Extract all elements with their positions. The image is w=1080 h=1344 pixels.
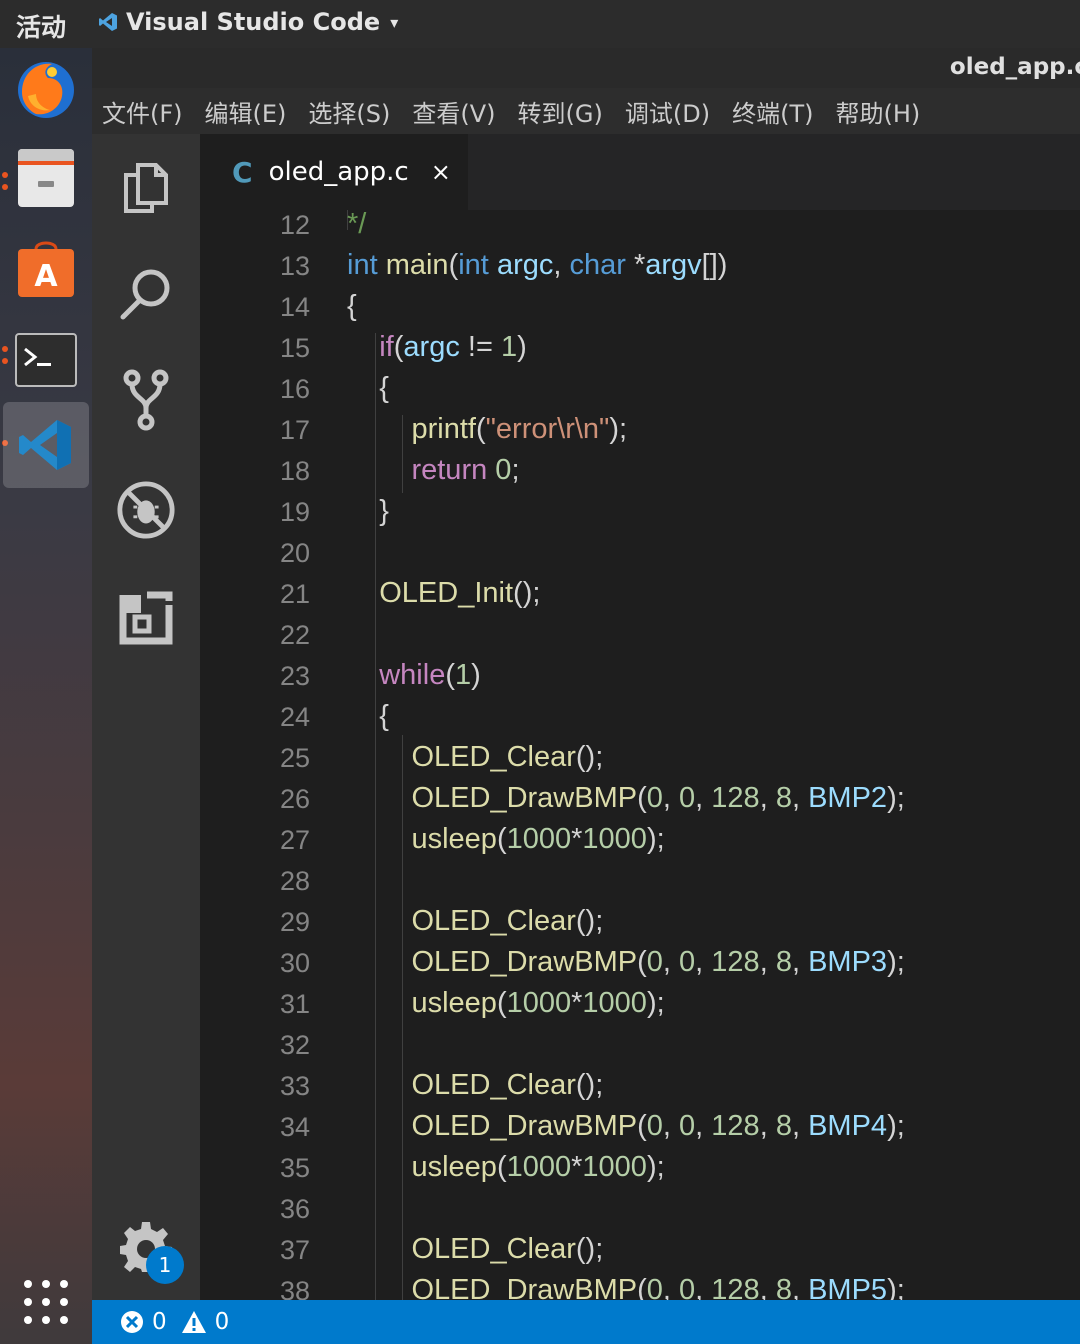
line-number: 15 (279, 333, 310, 363)
code-line-21: OLED_Init(); (379, 577, 541, 609)
error-count: 0 (152, 1309, 167, 1335)
code-line-33: OLED_Clear(); (411, 1069, 604, 1101)
code-line-35: usleep(1000*1000); (411, 1151, 665, 1183)
code-line-13: int main(int argc, char *argv[]) (347, 249, 728, 281)
running-indicator (2, 346, 8, 352)
update-badge: 1 (146, 1246, 184, 1284)
code-line-19: } (347, 495, 389, 527)
error-icon (121, 1311, 143, 1333)
editor-tab-bar: C oled_app.c × (200, 134, 1080, 210)
warning-count: 0 (214, 1309, 230, 1335)
code-line-27: usleep(1000*1000); (411, 823, 665, 855)
line-number: 34 (279, 1112, 310, 1142)
menu-debug[interactable]: 调试(D) (625, 94, 710, 129)
code-line-34: OLED_DrawBMP(0, 0, 128, 8, BMP4); (411, 1110, 905, 1142)
line-number: 26 (279, 784, 310, 814)
code-line-14: { (347, 290, 357, 322)
code-line-38: OLED_DrawBMP(0, 0, 128, 8, BMP5); (411, 1274, 905, 1300)
window-title-bar: oled_app.c (92, 48, 1080, 88)
line-number: 14 (279, 292, 310, 322)
code-line-30: OLED_DrawBMP(0, 0, 128, 8, BMP3); (411, 946, 905, 978)
warnings-indicator[interactable]: 0 (181, 1309, 230, 1335)
line-number: 16 (279, 374, 310, 404)
caret-down-icon: ▾ (390, 12, 399, 32)
line-number: 19 (279, 497, 310, 527)
c-language-icon: C (232, 155, 253, 189)
line-number: 17 (279, 415, 310, 445)
code-editor[interactable]: 12 13 14 15 16 17 18 19 20 21 22 23 24 2… (200, 210, 1080, 1300)
running-indicator (2, 184, 8, 190)
line-number: 22 (279, 620, 310, 650)
extensions-icon[interactable] (116, 588, 176, 648)
status-bar: 0 0 (92, 1300, 1080, 1344)
source-control-icon[interactable] (116, 369, 176, 431)
code-line-18: return 0; (411, 454, 520, 486)
problems-indicator[interactable]: 0 (120, 1309, 167, 1335)
terminal-icon[interactable] (12, 326, 80, 394)
manage-gear-icon[interactable]: 1 (120, 1220, 190, 1290)
menu-go[interactable]: 转到(G) (518, 94, 603, 129)
vscode-icon[interactable] (3, 402, 89, 488)
code-line-16: { (347, 372, 389, 404)
menu-edit[interactable]: 编辑(E) (205, 94, 287, 129)
line-number: 25 (279, 743, 310, 773)
line-number: 37 (279, 1235, 310, 1265)
window-title: oled_app.c (949, 54, 1080, 80)
line-number: 24 (279, 702, 310, 732)
debug-icon[interactable] (116, 480, 176, 540)
menu-file[interactable]: 文件(F) (102, 94, 183, 129)
line-number: 36 (279, 1194, 310, 1224)
code-line-12: */ (347, 210, 367, 240)
activity-bar: 1 (92, 134, 200, 1300)
line-number: 31 (279, 989, 310, 1019)
code-line-31: usleep(1000*1000); (411, 987, 665, 1019)
search-icon[interactable] (116, 264, 176, 324)
explorer-icon[interactable] (116, 158, 176, 218)
menu-selection[interactable]: 选择(S) (308, 94, 390, 129)
show-applications-icon[interactable] (22, 1278, 70, 1326)
line-number: 35 (279, 1153, 310, 1183)
line-number: 12 (279, 210, 310, 240)
software-center-icon[interactable]: A (12, 234, 80, 302)
line-number: 28 (279, 866, 310, 896)
line-number: 20 (279, 538, 310, 568)
activities-button[interactable]: 活动 (16, 8, 66, 44)
code-line-29: OLED_Clear(); (411, 905, 604, 937)
code-line-37: OLED_Clear(); (411, 1233, 604, 1265)
tab-filename: oled_app.c (268, 157, 409, 187)
line-number: 33 (279, 1071, 310, 1101)
code-line-25: OLED_Clear(); (411, 741, 604, 773)
svg-text:A: A (34, 259, 58, 294)
line-number: 13 (279, 251, 310, 281)
gnome-top-bar: 活动 Visual Studio Code ▾ (0, 0, 1080, 48)
menu-terminal[interactable]: 终端(T) (732, 94, 813, 129)
line-number: 38 (279, 1276, 310, 1300)
line-number: 29 (279, 907, 310, 937)
close-tab-icon[interactable]: × (431, 158, 451, 186)
line-number: 27 (279, 825, 310, 855)
running-indicator (2, 172, 8, 178)
code-line-15: if(argc != 1) (379, 331, 527, 363)
menu-help[interactable]: 帮助(H) (835, 94, 920, 129)
line-number: 30 (279, 948, 310, 978)
code-line-26: OLED_DrawBMP(0, 0, 128, 8, BMP2); (411, 782, 905, 814)
files-icon[interactable] (12, 144, 80, 212)
line-number: 18 (279, 456, 310, 486)
firefox-icon[interactable] (12, 56, 80, 124)
menu-bar: 文件(F) 编辑(E) 选择(S) 查看(V) 转到(G) 调试(D) 终端(T… (92, 88, 1080, 134)
line-number: 21 (279, 579, 310, 609)
code-line-23: while(1) (379, 659, 481, 691)
app-menu[interactable]: Visual Studio Code ▾ (98, 8, 398, 36)
warning-icon (181, 1311, 206, 1333)
app-menu-label: Visual Studio Code (126, 8, 381, 36)
code-line-17: printf("error\r\n"); (411, 413, 628, 445)
tab-oled-app-c[interactable]: C oled_app.c × (200, 134, 468, 210)
code-line-24: { (347, 700, 389, 732)
vscode-small-icon (99, 13, 117, 31)
running-indicator (2, 358, 8, 364)
ubuntu-dock: A (0, 48, 92, 1344)
menu-view[interactable]: 查看(V) (412, 94, 495, 129)
line-number: 23 (279, 661, 310, 691)
line-number: 32 (279, 1030, 310, 1060)
